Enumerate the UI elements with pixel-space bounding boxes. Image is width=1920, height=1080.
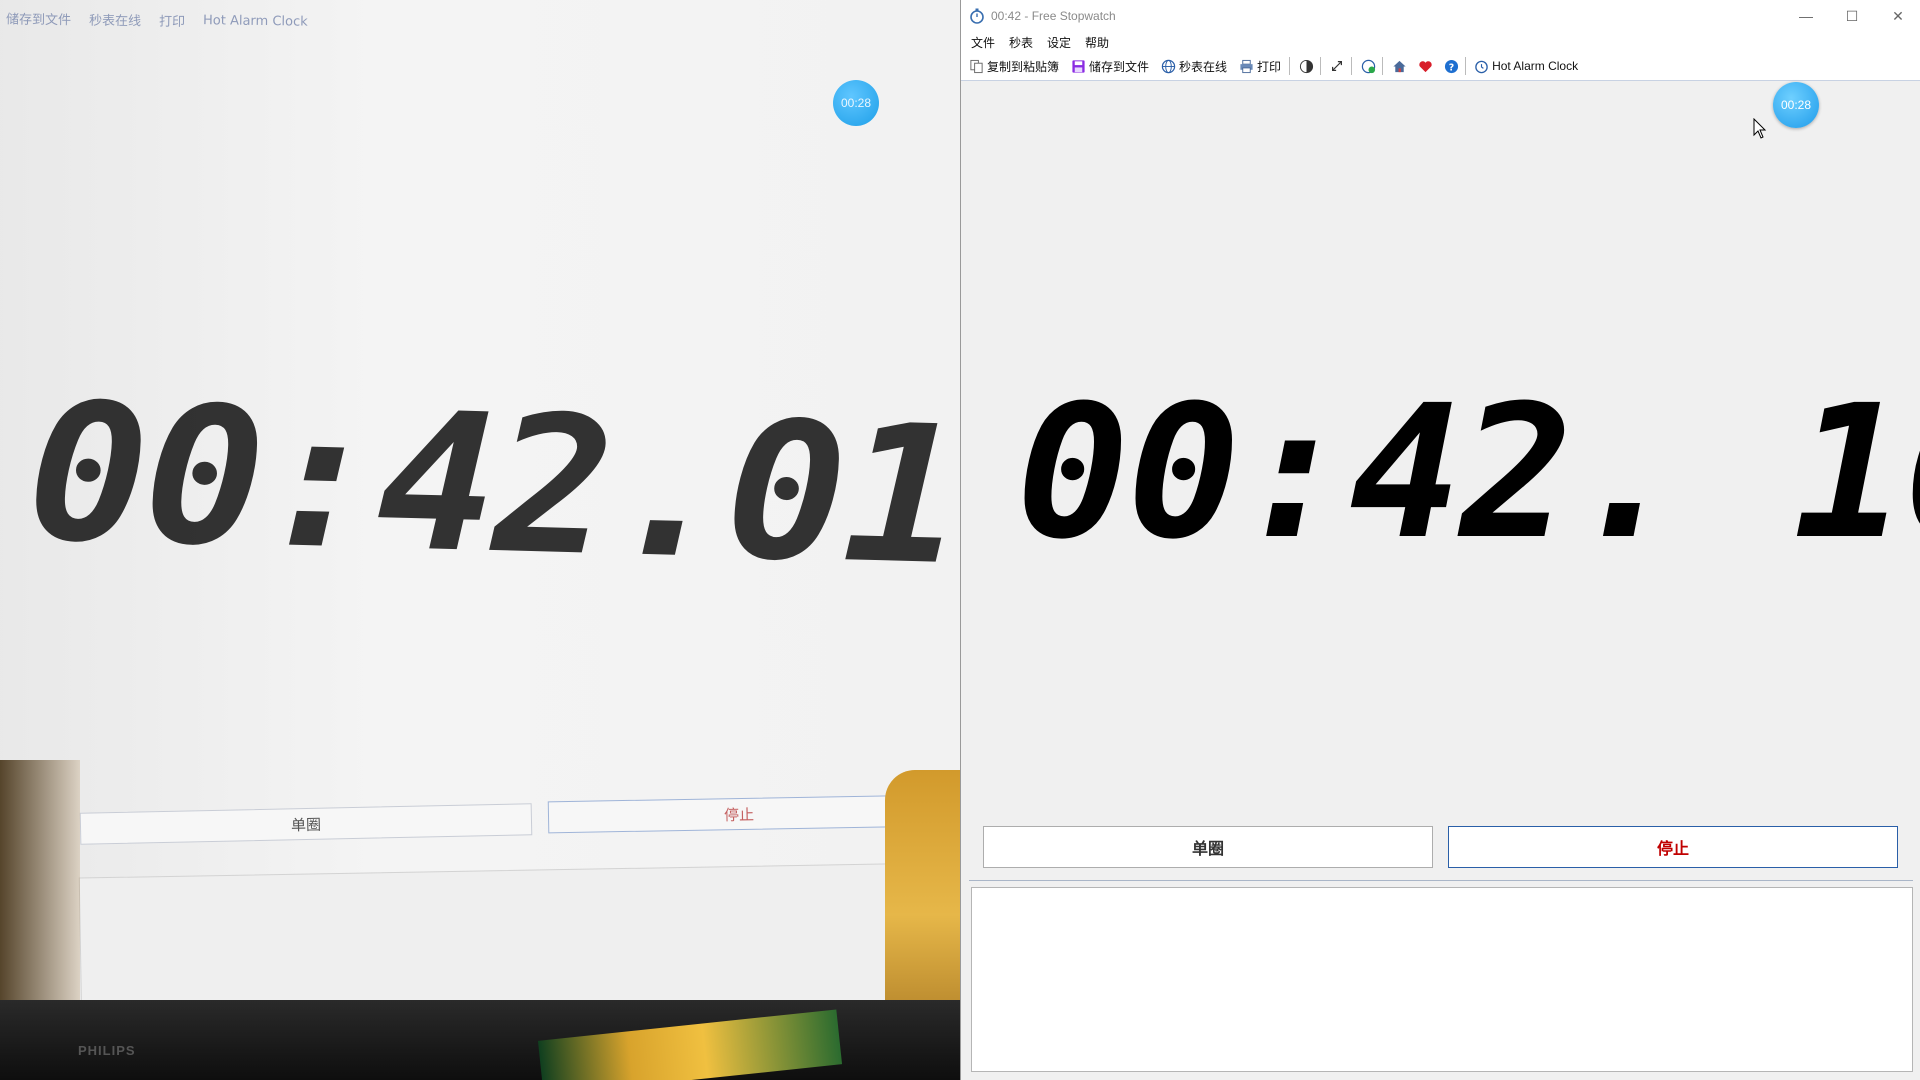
toolbar-separator (1289, 57, 1291, 75)
divider (969, 880, 1913, 881)
online-label: 秒表在线 (1179, 59, 1228, 74)
copy-label: 复制到粘贴簿 (987, 59, 1060, 74)
title-bar[interactable]: 00:42 - Free Stopwatch — ☐ ✕ (961, 0, 1920, 32)
copy-to-clipboard-button[interactable]: 复制到粘贴簿 (969, 58, 1059, 75)
photo-toolbar-save: 储存到文件 (5, 11, 72, 28)
photo-toolbar-online: 秒表在线 (88, 13, 142, 29)
lap-button[interactable]: 单圈 (983, 826, 1433, 868)
stopwatch-time-display: 00:42. 166 (1016, 366, 1920, 580)
heart-icon[interactable] (1417, 58, 1433, 74)
countdown-bubble[interactable]: 00:28 (1773, 82, 1819, 128)
print-label: 打印 (1257, 59, 1282, 74)
toolbar-separator (1465, 57, 1467, 75)
save-label: 储存到文件 (1089, 59, 1150, 74)
home-icon[interactable] (1391, 58, 1407, 74)
minimize-button[interactable]: — (1783, 0, 1829, 32)
photo-desk-object (0, 760, 80, 1020)
menu-settings[interactable]: 设定 (1047, 34, 1071, 51)
stopwatch-online-button[interactable]: 秒表在线 (1161, 58, 1227, 75)
web-refresh-icon[interactable] (1360, 58, 1376, 74)
stopwatch-window: 00:42 - Free Stopwatch — ☐ ✕ 文件 秒表 设定 帮助… (960, 0, 1920, 1080)
stopwatch-app-icon (970, 8, 984, 24)
window-title: 00:42 - Free Stopwatch (991, 9, 1116, 23)
menu-bar: 文件 秒表 设定 帮助 (961, 32, 1920, 52)
toolbar-separator (1351, 57, 1353, 75)
save-to-file-button[interactable]: 储存到文件 (1071, 58, 1149, 75)
menu-stopwatch[interactable]: 秒表 (1009, 34, 1033, 51)
mouse-cursor-icon (1753, 118, 1767, 139)
maximize-button[interactable]: ☐ (1829, 0, 1875, 32)
globe-icon (1161, 59, 1176, 73)
svg-text:?: ? (1448, 62, 1453, 73)
fullscreen-icon[interactable] (1329, 58, 1345, 74)
menu-file[interactable]: 文件 (971, 34, 995, 51)
copy-icon (970, 59, 983, 73)
help-icon[interactable]: ? (1443, 58, 1459, 74)
toolbar-separator (1320, 57, 1322, 75)
toolbar: 复制到粘贴簿 储存到文件 秒表在线 打印 ? Hot Alarm Clock (961, 52, 1920, 81)
print-button[interactable]: 打印 (1239, 58, 1281, 75)
hot-alarm-clock-button[interactable]: Hot Alarm Clock (1474, 59, 1578, 74)
lap-list[interactable] (971, 887, 1913, 1072)
toolbar-separator (1382, 57, 1384, 75)
photo-stop-button: 停止 (547, 794, 931, 834)
photo-timer-bubble: 00:28 (833, 80, 879, 126)
photo-monitor-brand: PHILIPS (78, 1043, 136, 1058)
printer-icon (1240, 59, 1253, 73)
camera-photo: 储存到文件 秒表在线 打印 Hot Alarm Clock 00:28 00:4… (0, 0, 960, 1080)
alarm-clock-icon (1475, 60, 1488, 73)
stop-button[interactable]: 停止 (1448, 826, 1898, 868)
save-icon (1072, 59, 1085, 73)
menu-help[interactable]: 帮助 (1085, 34, 1109, 51)
contrast-icon[interactable] (1298, 58, 1314, 74)
close-button[interactable]: ✕ (1875, 0, 1920, 32)
alarm-label: Hot Alarm Clock (1492, 59, 1579, 73)
photo-time-display: 00:42.011 (25, 362, 960, 611)
photo-toolbar-alarm: Hot Alarm Clock (202, 12, 308, 30)
photo-toolbar-print: 打印 (158, 14, 186, 30)
